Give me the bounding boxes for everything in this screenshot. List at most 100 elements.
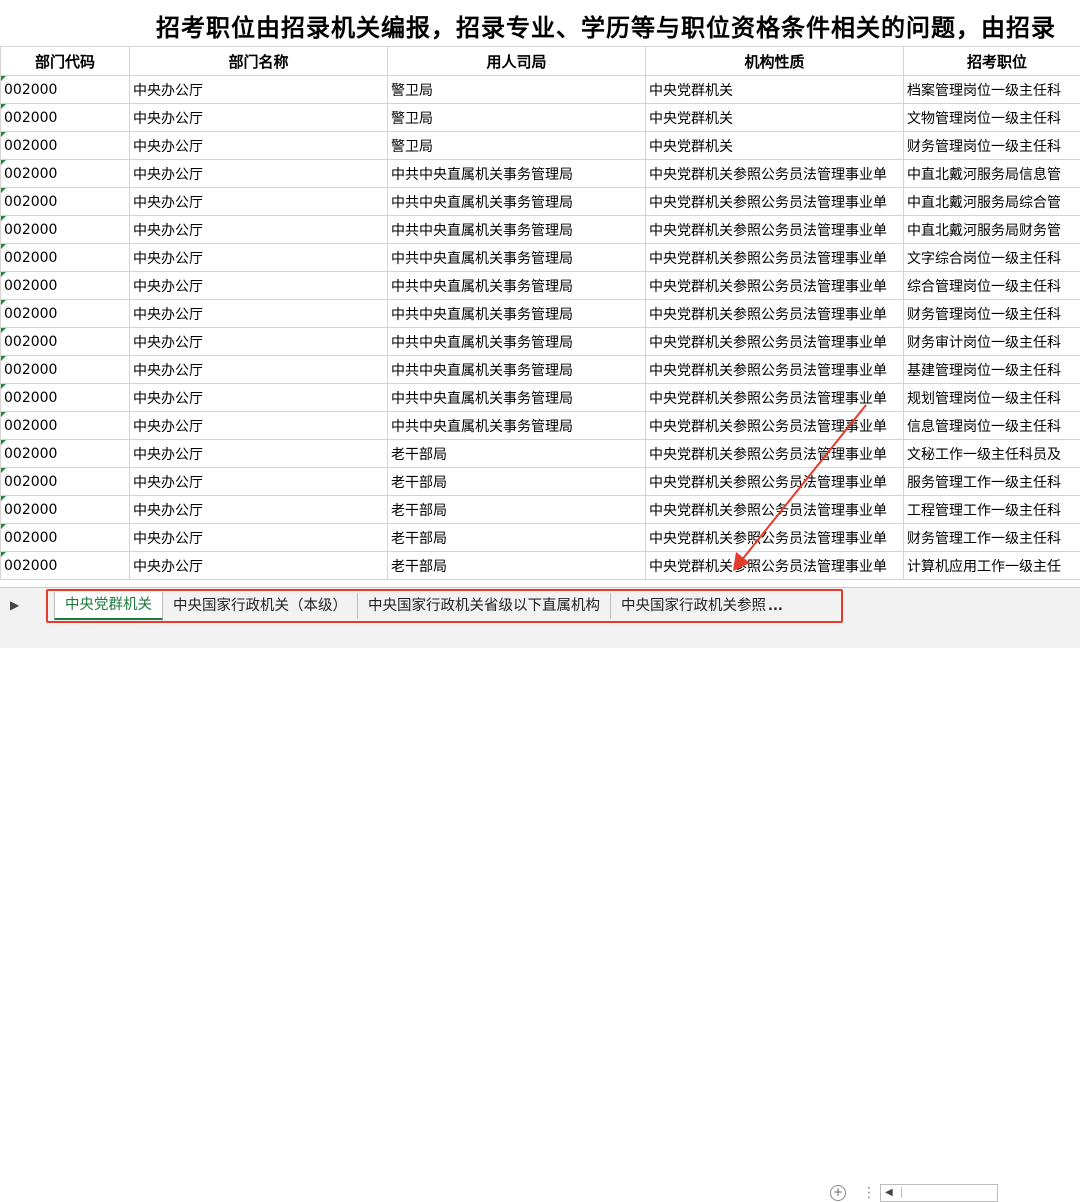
header-org-type[interactable]: 机构性质 <box>646 47 904 76</box>
cell-position[interactable]: 财务审计岗位一级主任科 <box>904 328 1080 356</box>
header-dept-name[interactable]: 部门名称 <box>130 47 388 76</box>
cell-dept-code[interactable]: 002000 <box>1 412 130 440</box>
cell-org-type[interactable]: 中央党群机关 <box>646 76 904 104</box>
cell-position[interactable]: 工程管理工作一级主任科 <box>904 496 1080 524</box>
cell-dept-name[interactable]: 中央办公厅 <box>130 412 388 440</box>
more-tabs-icon[interactable]: ... <box>768 599 783 614</box>
cell-hiring-bureau[interactable]: 中共中央直属机关事务管理局 <box>388 384 646 412</box>
cell-org-type[interactable]: 中央党群机关参照公务员法管理事业单 <box>646 188 904 216</box>
cell-org-type[interactable]: 中央党群机关参照公务员法管理事业单 <box>646 524 904 552</box>
cell-org-type[interactable]: 中央党群机关参照公务员法管理事业单 <box>646 244 904 272</box>
cell-dept-name[interactable]: 中央办公厅 <box>130 188 388 216</box>
cell-dept-code[interactable]: 002000 <box>1 216 130 244</box>
cell-org-type[interactable]: 中央党群机关参照公务员法管理事业单 <box>646 300 904 328</box>
cell-hiring-bureau[interactable]: 警卫局 <box>388 104 646 132</box>
cell-org-type[interactable]: 中央党群机关参照公务员法管理事业单 <box>646 496 904 524</box>
cell-hiring-bureau[interactable]: 中共中央直属机关事务管理局 <box>388 244 646 272</box>
cell-dept-code[interactable]: 002000 <box>1 328 130 356</box>
cell-hiring-bureau[interactable]: 老干部局 <box>388 440 646 468</box>
cell-dept-code[interactable]: 002000 <box>1 104 130 132</box>
scroll-left-icon[interactable]: ◀ <box>885 1185 893 1201</box>
cell-dept-code[interactable]: 002000 <box>1 524 130 552</box>
cell-dept-code[interactable]: 002000 <box>1 244 130 272</box>
cell-hiring-bureau[interactable]: 中共中央直属机关事务管理局 <box>388 188 646 216</box>
cell-org-type[interactable]: 中央党群机关参照公务员法管理事业单 <box>646 440 904 468</box>
cell-hiring-bureau[interactable]: 中共中央直属机关事务管理局 <box>388 160 646 188</box>
cell-position[interactable]: 财务管理岗位一级主任科 <box>904 300 1080 328</box>
cell-dept-name[interactable]: 中央办公厅 <box>130 132 388 160</box>
cell-org-type[interactable]: 中央党群机关参照公务员法管理事业单 <box>646 412 904 440</box>
sheet-tab-party-organs[interactable]: 中央党群机关 <box>54 592 163 620</box>
cell-dept-code[interactable]: 002000 <box>1 272 130 300</box>
cell-position[interactable]: 中直北戴河服务局信息管 <box>904 160 1080 188</box>
cell-dept-name[interactable]: 中央办公厅 <box>130 356 388 384</box>
cell-dept-code[interactable]: 002000 <box>1 468 130 496</box>
horizontal-scrollbar[interactable]: ◀ <box>880 1184 998 1202</box>
cell-dept-name[interactable]: 中央办公厅 <box>130 384 388 412</box>
cell-org-type[interactable]: 中央党群机关参照公务员法管理事业单 <box>646 272 904 300</box>
cell-org-type[interactable]: 中央党群机关参照公务员法管理事业单 <box>646 216 904 244</box>
cell-dept-code[interactable]: 002000 <box>1 76 130 104</box>
cell-dept-name[interactable]: 中央办公厅 <box>130 160 388 188</box>
cell-hiring-bureau[interactable]: 中共中央直属机关事务管理局 <box>388 300 646 328</box>
cell-dept-code[interactable]: 002000 <box>1 384 130 412</box>
cell-org-type[interactable]: 中央党群机关 <box>646 132 904 160</box>
cell-dept-code[interactable]: 002000 <box>1 300 130 328</box>
cell-dept-name[interactable]: 中央办公厅 <box>130 104 388 132</box>
cell-hiring-bureau[interactable]: 中共中央直属机关事务管理局 <box>388 328 646 356</box>
cell-dept-name[interactable]: 中央办公厅 <box>130 216 388 244</box>
cell-hiring-bureau[interactable]: 警卫局 <box>388 132 646 160</box>
cell-position[interactable]: 档案管理岗位一级主任科 <box>904 76 1080 104</box>
cell-hiring-bureau[interactable]: 中共中央直属机关事务管理局 <box>388 216 646 244</box>
cell-dept-code[interactable]: 002000 <box>1 440 130 468</box>
cell-position[interactable]: 服务管理工作一级主任科 <box>904 468 1080 496</box>
cell-dept-code[interactable]: 002000 <box>1 160 130 188</box>
cell-position[interactable]: 文物管理岗位一级主任科 <box>904 104 1080 132</box>
cell-hiring-bureau[interactable]: 中共中央直属机关事务管理局 <box>388 356 646 384</box>
cell-dept-name[interactable]: 中央办公厅 <box>130 552 388 580</box>
cell-dept-name[interactable]: 中央办公厅 <box>130 440 388 468</box>
cell-dept-name[interactable]: 中央办公厅 <box>130 328 388 356</box>
cell-position[interactable]: 财务管理岗位一级主任科 <box>904 132 1080 160</box>
cell-dept-name[interactable]: 中央办公厅 <box>130 244 388 272</box>
cell-dept-code[interactable]: 002000 <box>1 496 130 524</box>
cell-position[interactable]: 计算机应用工作一级主任 <box>904 552 1080 580</box>
splitter-handle-icon[interactable]: ⋮ <box>862 1185 876 1201</box>
cell-position[interactable]: 文字综合岗位一级主任科 <box>904 244 1080 272</box>
cell-org-type[interactable]: 中央党群机关参照公务员法管理事业单 <box>646 160 904 188</box>
cell-dept-code[interactable]: 002000 <box>1 356 130 384</box>
cell-dept-code[interactable]: 002000 <box>1 552 130 580</box>
cell-dept-name[interactable]: 中央办公厅 <box>130 524 388 552</box>
cell-position[interactable]: 中直北戴河服务局财务管 <box>904 216 1080 244</box>
sheet-nav-right-icon[interactable]: ▶ <box>10 598 19 612</box>
cell-position[interactable]: 财务管理工作一级主任科 <box>904 524 1080 552</box>
cell-dept-name[interactable]: 中央办公厅 <box>130 468 388 496</box>
header-hiring-bureau[interactable]: 用人司局 <box>388 47 646 76</box>
sheet-tab-admin-central[interactable]: 中央国家行政机关（本级） <box>163 593 358 619</box>
cell-org-type[interactable]: 中央党群机关参照公务员法管理事业单 <box>646 356 904 384</box>
cell-position[interactable]: 信息管理岗位一级主任科 <box>904 412 1080 440</box>
cell-position[interactable]: 基建管理岗位一级主任科 <box>904 356 1080 384</box>
cell-org-type[interactable]: 中央党群机关 <box>646 104 904 132</box>
cell-dept-name[interactable]: 中央办公厅 <box>130 76 388 104</box>
cell-position[interactable]: 综合管理岗位一级主任科 <box>904 272 1080 300</box>
cell-position[interactable]: 中直北戴河服务局综合管 <box>904 188 1080 216</box>
cell-dept-code[interactable]: 002000 <box>1 132 130 160</box>
cell-hiring-bureau[interactable]: 老干部局 <box>388 468 646 496</box>
cell-org-type[interactable]: 中央党群机关参照公务员法管理事业单 <box>646 468 904 496</box>
cell-hiring-bureau[interactable]: 老干部局 <box>388 552 646 580</box>
cell-hiring-bureau[interactable]: 中共中央直属机关事务管理局 <box>388 412 646 440</box>
cell-dept-code[interactable]: 002000 <box>1 188 130 216</box>
cell-hiring-bureau[interactable]: 警卫局 <box>388 76 646 104</box>
cell-hiring-bureau[interactable]: 中共中央直属机关事务管理局 <box>388 272 646 300</box>
sheet-tab-admin-reference[interactable]: 中央国家行政机关参照... <box>611 593 793 619</box>
cell-hiring-bureau[interactable]: 老干部局 <box>388 496 646 524</box>
scrollbar-thumb[interactable] <box>901 1187 992 1198</box>
cell-position[interactable]: 文秘工作一级主任科员及 <box>904 440 1080 468</box>
sheet-tab-admin-subprovincial[interactable]: 中央国家行政机关省级以下直属机构 <box>358 593 611 619</box>
cell-dept-name[interactable]: 中央办公厅 <box>130 300 388 328</box>
cell-dept-name[interactable]: 中央办公厅 <box>130 496 388 524</box>
cell-org-type[interactable]: 中央党群机关参照公务员法管理事业单 <box>646 328 904 356</box>
add-sheet-icon[interactable]: + <box>830 1185 846 1201</box>
cell-hiring-bureau[interactable]: 老干部局 <box>388 524 646 552</box>
